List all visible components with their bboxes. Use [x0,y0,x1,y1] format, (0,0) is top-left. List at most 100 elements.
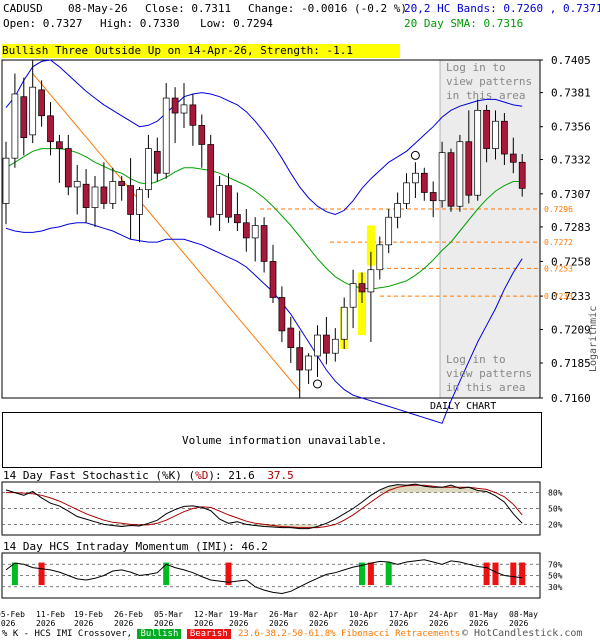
candle-body-up [2,157,10,204]
y-tick-label: 0.7160 [551,392,591,405]
x-tick-label-year: 2026 [469,619,488,628]
candle-body-down [287,327,295,348]
candle-body-down [323,334,330,354]
candle-body-up [136,189,143,215]
pivot-circle [313,379,322,389]
x-tick-label-year: 2026 [269,619,288,628]
candle-body-up [456,141,464,207]
candle-body-up [29,86,37,136]
x-tick-label-year: 2026 [429,619,448,628]
y-tick-label: 0.7185 [551,357,591,370]
candle-body-down [100,186,108,204]
stoch-d-label: %D [195,469,209,482]
log-scale-label: Logarithmic [588,305,599,372]
x-tick-label: 10-Apr [349,610,378,619]
bearish-badge: Bearish [186,629,231,639]
candle-body-up [73,181,81,188]
login-notice-bottom[interactable]: Log in to view patterns in this area [446,353,532,395]
login-notice-line: view patterns [446,75,533,88]
candle-body-down [207,144,215,218]
x-tick-label: 05-Feb [0,610,25,619]
stoch-title: 14 Day Fast Stochastic (%K) (%D): 21.6 3… [3,469,294,482]
login-notice-line: in this area [446,381,526,394]
login-notice-line: in this area [446,89,526,102]
candle-body-up [109,181,117,204]
imi-bearish-marker [519,562,526,586]
y-tick-label: 0.7356 [551,121,591,134]
stoch-d-value: 37.5 [267,469,294,482]
candle-body-down [260,225,268,262]
imi-tick-label: 50% [548,572,563,581]
candle-body-up [376,244,384,271]
login-notice-line: view patterns [446,367,533,380]
x-tick-label: 01-May [469,610,498,619]
candle-body-down [420,172,428,193]
candle-body-down [171,97,179,114]
y-tick-label: 0.7209 [551,323,591,336]
imi-tick-label: 30% [548,583,563,592]
copyright[interactable]: © HotCandlestick.com [462,628,582,639]
candle-body-up [403,182,410,204]
candle-body-down [465,141,473,196]
candle-body-up [349,283,357,308]
imi-line [5,559,523,595]
candle-body-up [162,97,170,174]
candle-body-down [47,115,54,143]
fib-legend: 23.6-38.2-50-61.8% Fibonacci Retracement… [238,629,461,639]
footer-legend: % K - HCS IMI Crossover, Bullish Bearish [2,629,231,639]
candle-body-down [198,124,206,145]
candle-body-down [127,185,134,215]
x-tick-label: 24-Apr [429,610,458,619]
candle-body-up [438,152,446,202]
login-notice-line: Log in to [446,353,506,366]
candle-body-up [412,172,419,184]
candle-body-down [82,183,90,208]
candle-body-up [474,109,482,196]
imi-bearish-marker [492,562,499,586]
x-tick-label: 12-Mar [194,610,223,619]
candle-body-down [296,347,304,371]
login-shaded-area [439,59,541,399]
candle-body-down [269,261,277,298]
imi-bearish-marker [483,562,490,586]
candle-body-up [180,104,188,114]
candle-body-down [483,109,490,149]
y-tick-label: 0.7405 [551,54,591,67]
x-tick-label: 02-Apr [309,610,338,619]
x-tick-label-year: 2026 [154,619,173,628]
candle-body-down [20,96,28,138]
x-tick-label: 19-Feb [74,610,103,619]
candle-body-down [118,181,126,186]
footer-legend-prefix: % K - HCS IMI Crossover, [2,629,133,639]
bullish-badge: Bullish [137,629,182,639]
volume-note: Volume information unavailable. [182,434,388,447]
candle-body-down [509,153,517,163]
candle-body-down [153,150,161,174]
candle-body-down [225,185,232,218]
x-tick-label: 08-May [509,610,538,619]
stoch-tick-label: 80% [548,489,563,498]
candle-body-down [429,192,437,202]
x-tick-label-year: 2026 [229,619,248,628]
imi-tick-label: 70% [548,560,563,569]
candle-body-down [278,297,286,332]
candle-body-down [501,120,508,155]
y-tick-label: 0.7307 [551,188,591,201]
candle-body-up [314,334,321,357]
x-tick-label-year: 2026 [36,619,55,628]
candle-body-up [394,203,401,218]
stoch-title-prefix: 14 Day Fast Stochastic ( [3,469,162,482]
stoch-tick-label: 50% [548,505,563,514]
x-tick-label-year: 2026 [509,619,528,628]
candle-body-down [234,214,241,224]
candle-body-up [385,216,393,246]
login-notice-top: Log in to view patterns in this area [446,61,532,103]
x-tick-label: 05-Mar [154,610,183,619]
candle-body-down [56,141,63,149]
y-tick-label: 0.7332 [551,154,591,167]
candle-body-down [189,104,197,126]
imi-bearish-marker [38,562,45,586]
fib-label: 0.7272 [544,238,573,247]
y-tick-label: 0.7283 [551,221,591,234]
imi-bullish-marker [11,562,18,586]
